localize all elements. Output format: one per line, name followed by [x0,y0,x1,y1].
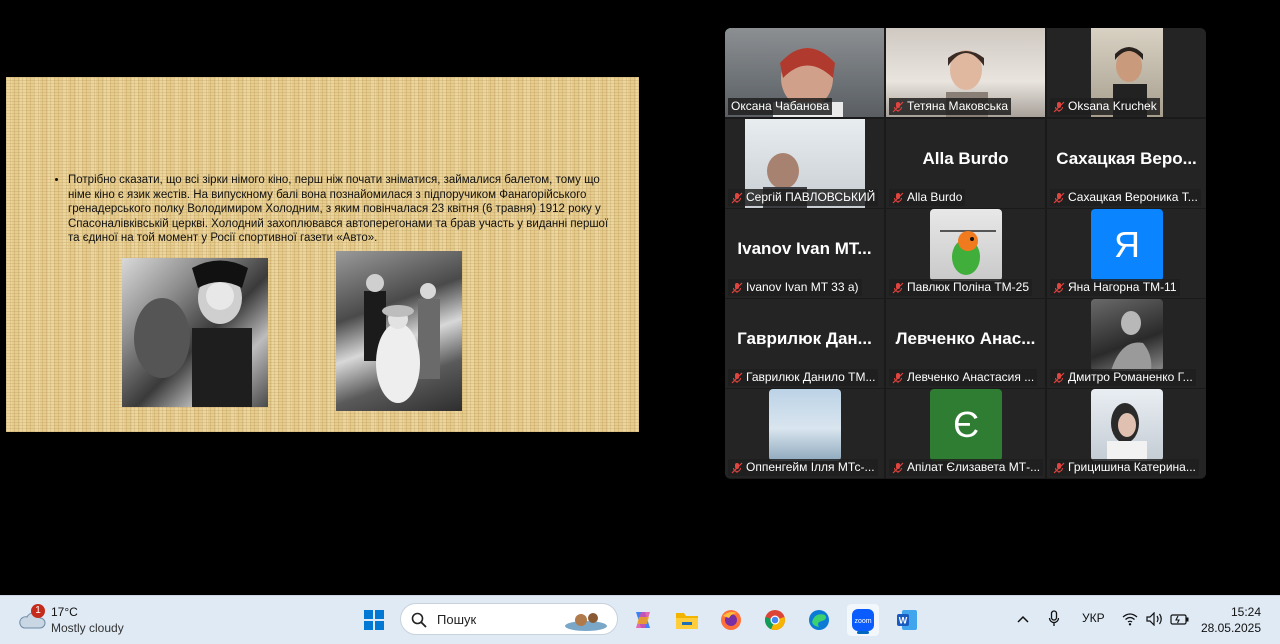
participant-display-name: Сахацкая Веро... [1056,149,1197,168]
participant-video [930,209,1002,281]
muted-mic-icon [731,462,743,473]
muted-mic-icon [892,101,904,112]
windows-taskbar: 1 17°C Mostly cloudy Пошук zoom W УКР 15… [0,595,1280,644]
svg-text:W: W [899,616,908,626]
slide-text-list: Потрібно сказати, що всі зірки німого кі… [54,173,613,246]
search-placeholder: Пошук [437,612,477,627]
participant-name-label: Оксана Чабанова [728,98,833,115]
volume-icon[interactable] [1146,612,1164,626]
copilot-icon[interactable] [627,604,659,636]
participant-tile[interactable]: Левченко Анас... Левченко Анастасия ... [886,299,1045,388]
weather-temp: 17°C [51,605,78,619]
participant-tile[interactable]: Дмитро Романенко Г... [1047,299,1206,388]
taskbar-clock[interactable]: 15:24 28.05.2025 [1201,604,1261,636]
participant-name-label: Оппенгейм Ілля МТс-... [728,459,878,476]
muted-mic-icon [1053,192,1065,203]
participant-video [769,389,841,461]
shared-screen-slide: Потрібно сказати, що всі зірки німого кі… [6,77,639,432]
muted-mic-icon [1053,372,1065,383]
participant-tile[interactable]: Ivanov Ivan MT... Ivanov Ivan MT 33 a) [725,209,884,298]
participant-video [1091,299,1163,371]
search-icon [411,612,427,628]
slide-photo-left [122,258,268,407]
slide-bullet-text: Потрібно сказати, що всі зірки німого кі… [68,173,613,246]
notification-badge: 1 [31,604,45,618]
participant-display-name: Левченко Анас... [895,329,1036,348]
clock-date: 28.05.2025 [1200,621,1261,635]
avatar: Є [930,389,1002,461]
participant-display-name: Alla Burdo [922,149,1009,168]
file-explorer-icon[interactable] [671,604,703,636]
chrome-icon[interactable] [759,604,791,636]
slide-photo-right [336,251,462,411]
zoom-gallery-view: Оксана Чабанова Тетяна Маковська Oksana … [725,28,1206,479]
participant-tile[interactable]: Оксана Чабанова [725,28,884,117]
participant-tile[interactable]: Сергій ПАВЛОВСЬКИЙ [725,119,884,208]
clock-time: 15:24 [1230,605,1261,619]
participant-tile[interactable]: Тетяна Маковська [886,28,1045,117]
participant-name-label: Ivanov Ivan MT 33 a) [728,279,862,296]
participant-name-label: Сергій ПАВЛОВСЬКИЙ [728,189,879,206]
muted-mic-icon [1053,101,1065,112]
zoom-icon[interactable]: zoom [847,604,879,636]
participant-name-label: Сахацкая Вероника Т... [1050,189,1201,206]
word-icon[interactable]: W [891,604,923,636]
participant-video [1091,389,1163,461]
muted-mic-icon [892,372,904,383]
start-icon[interactable] [358,604,390,636]
muted-mic-icon [892,282,904,293]
microphone-icon[interactable] [1048,610,1060,628]
edge-icon[interactable] [803,604,835,636]
weather-widget[interactable]: 1 17°C Mostly cloudy [14,602,154,638]
weather-condition: Mostly cloudy [51,621,124,635]
muted-mic-icon [1053,462,1065,473]
muted-mic-icon [731,282,743,293]
participant-display-name: Гаврилюк Дан... [737,329,872,348]
participant-tile[interactable]: Павлюк Поліна ТМ-25 [886,209,1045,298]
muted-mic-icon [892,192,904,203]
participant-name-label: Апілат Єлизавета МТ-... [889,459,1044,476]
chevron-up-icon[interactable] [1017,614,1029,624]
wifi-icon[interactable] [1122,612,1138,626]
muted-mic-icon [1053,282,1065,293]
participant-name-label: Левченко Анастасия ... [889,369,1038,386]
svg-text:zoom: zoom [854,618,871,625]
participant-name-label: Alla Burdo [889,189,966,206]
participant-name-label: Дмитро Романенко Г... [1050,369,1196,386]
participant-name-label: Грицишина Катерина... [1050,459,1199,476]
participant-name-label: Яна Нагорна ТМ-11 [1050,279,1180,296]
participant-name-label: Павлюк Поліна ТМ-25 [889,279,1032,296]
participant-tile[interactable]: Оппенгейм Ілля МТс-... [725,389,884,478]
firefox-icon[interactable] [715,604,747,636]
participant-tile[interactable]: Сахацкая Веро... Сахацкая Вероника Т... [1047,119,1206,208]
participant-tile[interactable]: Alla Burdo Alla Burdo [886,119,1045,208]
participant-tile[interactable]: Oksana Kruchek [1047,28,1206,117]
language-indicator[interactable]: УКР [1082,611,1105,625]
search-highlight-icon [565,613,607,631]
participant-tile[interactable]: Є Апілат Єлизавета МТ-... [886,389,1045,478]
participant-tile[interactable]: Гаврилюк Дан... Гаврилюк Данило ТМ... [725,299,884,388]
muted-mic-icon [892,462,904,473]
muted-mic-icon [731,372,743,383]
participant-tile[interactable]: Грицишина Катерина... [1047,389,1206,478]
battery-icon[interactable] [1170,611,1190,627]
taskbar-search-box[interactable]: Пошук [400,603,618,635]
participant-tile[interactable]: Я Яна Нагорна ТМ-11 [1047,209,1206,298]
muted-mic-icon [731,192,743,203]
participant-name-label: Oksana Kruchek [1050,98,1160,115]
active-app-indicator [857,631,869,634]
participant-display-name: Ivanov Ivan MT... [737,239,872,258]
avatar: Я [1091,209,1163,281]
participant-name-label: Тетяна Маковська [889,98,1012,115]
participant-name-label: Гаврилюк Данило ТМ... [728,369,879,386]
